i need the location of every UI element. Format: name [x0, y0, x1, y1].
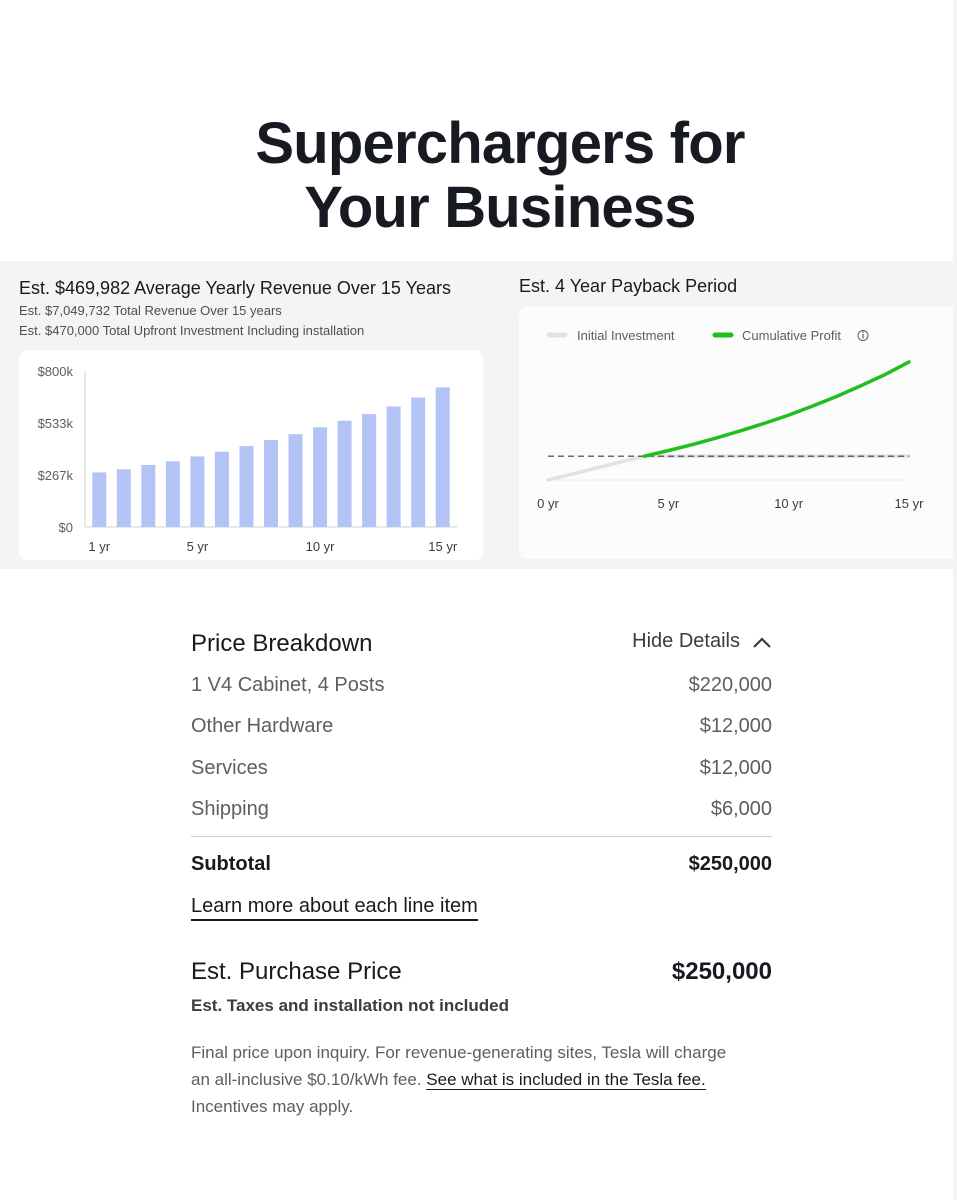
y-tick-label: $533k: [38, 416, 74, 431]
x-tick-label: 1 yr: [88, 539, 110, 554]
hide-details-toggle[interactable]: Hide Details: [632, 630, 772, 653]
y-tick-label: $0: [59, 520, 73, 535]
learn-more-link[interactable]: Learn more about each line item: [191, 895, 478, 921]
subtotal-value: $250,000: [688, 853, 772, 875]
line-item: 1 V4 Cabinet, 4 Posts $220,000: [191, 674, 772, 704]
cumulative-profit-line: [642, 360, 911, 458]
revenue-bar: [190, 456, 205, 527]
x-tick-label: 0 yr: [537, 496, 559, 511]
info-icon-dot: [862, 331, 864, 333]
total-revenue-text: Est. $7,049,732 Total Revenue Over 15 ye…: [19, 303, 282, 318]
purchase-price-value: $250,000: [671, 958, 772, 985]
fine-print: Final price upon inquiry. For revenue-ge…: [191, 1039, 791, 1120]
price-breakdown-header: Price Breakdown Hide Details: [191, 622, 772, 666]
revenue-bar: [362, 414, 377, 527]
line-item-value: $220,000: [688, 674, 772, 696]
revenue-bar: [239, 446, 254, 527]
line-item-label: 1 V4 Cabinet, 4 Posts: [191, 674, 385, 696]
line-item-value: $6,000: [710, 798, 772, 820]
line-item-value: $12,000: [699, 757, 772, 779]
line-item: Services $12,000: [191, 757, 772, 787]
revenue-heading: Est. $469,982 Average Yearly Revenue Ove…: [19, 278, 451, 298]
chevron-up-icon: [753, 636, 771, 648]
initial-investment-line: [546, 454, 911, 482]
line-item: Other Hardware $12,000: [191, 715, 772, 745]
x-tick-label: 5 yr: [187, 539, 209, 554]
revenue-bar: [337, 420, 352, 527]
y-tick-label: $267k: [38, 468, 74, 483]
price-breakdown-title: Price Breakdown: [191, 630, 373, 657]
revenue-bar: [214, 451, 229, 527]
revenue-bar-chart: $0 $267k $533k $800k 1 yr 5 yr 10 yr 15 yr: [38, 364, 458, 554]
fine-print-line-3: Incentives may apply.: [191, 1097, 354, 1116]
upfront-investment-text: Est. $470,000 Total Upfront Investment I…: [19, 323, 365, 338]
line-item-label: Shipping: [191, 798, 269, 820]
revenue-bar: [411, 397, 426, 527]
revenue-bar: [165, 461, 180, 527]
purchase-price-label: Est. Purchase Price: [191, 958, 402, 985]
fine-print-text: an all-inclusive $0.10/kWh fee.: [191, 1070, 427, 1089]
revenue-bar: [141, 464, 156, 527]
revenue-bar: [386, 406, 401, 527]
y-tick-label: $800k: [38, 364, 74, 379]
line-item-label: Other Hardware: [191, 715, 334, 737]
legend-label-initial-investment: Initial Investment: [577, 328, 675, 343]
charts-section: Est. $469,982 Average Yearly Revenue Ove…: [0, 261, 953, 569]
revenue-bar: [288, 434, 303, 527]
legend-label-cumulative-profit: Cumulative Profit: [742, 328, 841, 343]
x-tick-label: 15 yr: [895, 496, 925, 511]
x-tick-label: 10 yr: [774, 496, 804, 511]
revenue-bar: [264, 440, 278, 527]
subtotal-label: Subtotal: [191, 853, 271, 875]
line-item: Shipping $6,000: [191, 798, 772, 828]
revenue-bar: [313, 427, 328, 527]
revenue-bar: [435, 387, 450, 527]
info-icon: [857, 330, 869, 341]
x-tick-label: 10 yr: [306, 539, 336, 554]
line-item-label: Services: [191, 757, 268, 779]
fine-print-line-1: Final price upon inquiry. For revenue-ge…: [191, 1043, 727, 1062]
page-title-line-2: Your Business: [304, 175, 696, 240]
page-title-line-1: Superchargers for: [255, 111, 745, 176]
revenue-chart-card: $0 $267k $533k $800k 1 yr 5 yr 10 yr 15 yr: [19, 350, 483, 560]
page-title: Superchargers for Your Business: [0, 112, 957, 240]
x-tick-label: 5 yr: [657, 496, 679, 511]
line-item-value: $12,000: [699, 715, 772, 737]
fine-print-line-2: an all-inclusive $0.10/kWh fee. See what…: [191, 1066, 791, 1093]
tax-note: Est. Taxes and installation not included: [191, 996, 510, 1015]
breakdown-divider: [191, 836, 772, 837]
hide-details-label: Hide Details: [632, 630, 740, 652]
x-tick-label: 15 yr: [428, 539, 458, 554]
revenue-bar: [92, 472, 107, 527]
revenue-bar: [116, 469, 131, 527]
tesla-fee-link[interactable]: See what is included in the Tesla fee.: [426, 1070, 706, 1090]
payback-line-chart: Initial Investment Cumulative Profit 0 yr 5…: [537, 328, 925, 511]
payback-chart-card: Initial Investment Cumulative Profit 0 yr 5…: [519, 307, 953, 559]
payback-heading: Est. 4 Year Payback Period: [519, 276, 738, 296]
